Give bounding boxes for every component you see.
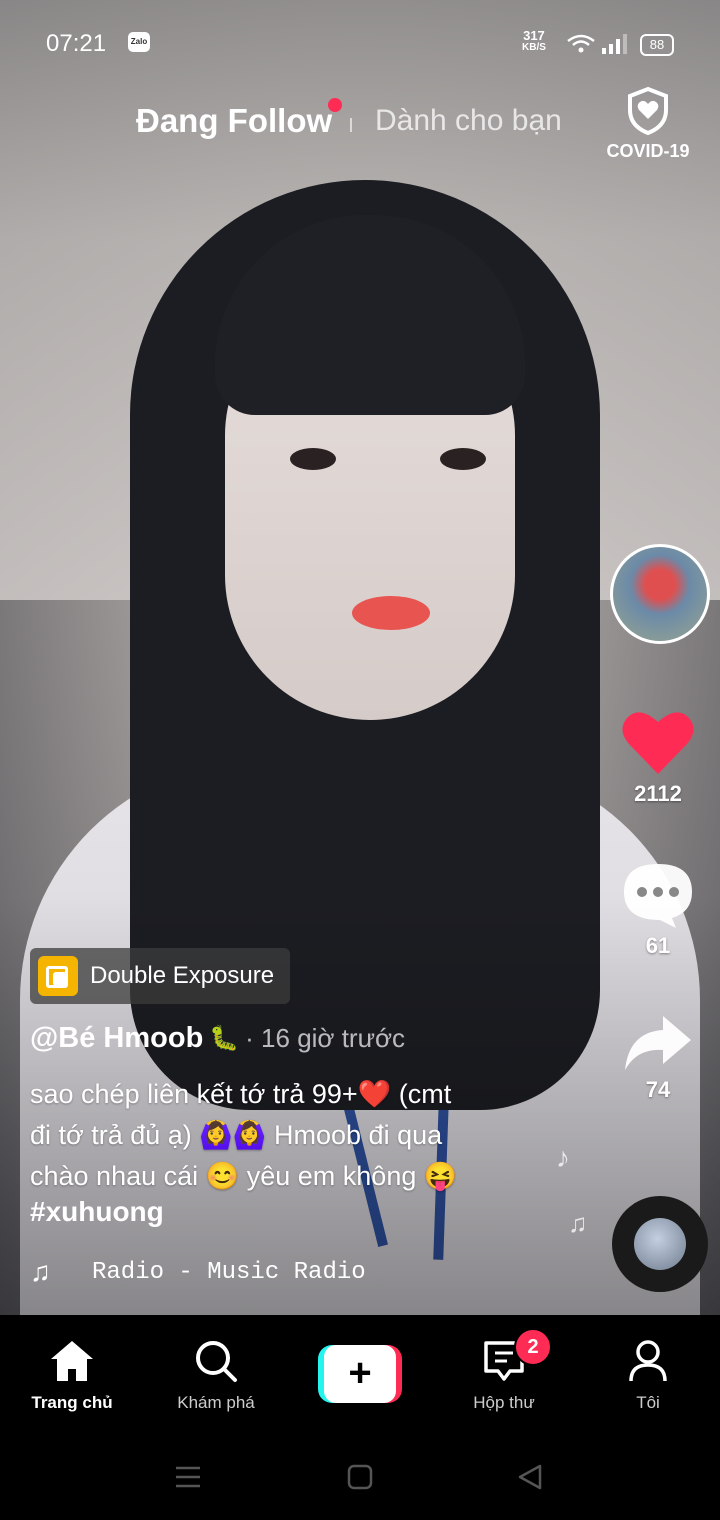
- tab-for-you[interactable]: Dành cho bạn: [375, 104, 562, 138]
- nav-discover-label: Khám phá: [177, 1393, 255, 1412]
- caption-line: đi tớ trả đủ ạ) 🙆‍♀️🙆‍♀️ Hmoob đi qua: [30, 1120, 443, 1150]
- music-row[interactable]: ♫ Radio - Music Radio: [30, 1256, 366, 1288]
- nav-home-label: Trang chủ: [31, 1393, 113, 1412]
- video-subject-lips: [352, 596, 430, 630]
- network-speed-unit: KB/S: [522, 42, 546, 53]
- system-nav-bar: [0, 1435, 720, 1520]
- post-time-ago: · 16 giờ trước: [245, 1023, 406, 1053]
- creator-avatar[interactable]: [610, 544, 710, 644]
- tab-divider: [350, 118, 352, 132]
- music-note-icon: ♫: [30, 1256, 51, 1287]
- effect-tag[interactable]: Double Exposure: [30, 948, 291, 1004]
- status-bar: 07:21 Zalo 317 KB/S 88: [0, 0, 720, 90]
- nav-profile-label: Tôi: [636, 1393, 660, 1412]
- author-row: @Bé Hmoob 🐛 · 16 giờ trước: [30, 1022, 405, 1055]
- video-subject-eye-right: [440, 448, 486, 470]
- nav-discover[interactable]: Khám phá: [146, 1335, 286, 1413]
- post-caption[interactable]: sao chép liên kết tớ trả 99+❤️ (cmt đi t…: [30, 1074, 530, 1197]
- double-exposure-icon: [38, 956, 78, 996]
- hashtag-link[interactable]: #xuhuong: [30, 1196, 164, 1228]
- caption-line: chào nhau cái 😊 yêu em không 😝: [30, 1161, 458, 1191]
- create-button[interactable]: +: [318, 1345, 402, 1403]
- home-icon: [51, 1341, 93, 1381]
- share-button[interactable]: 74: [608, 1014, 708, 1103]
- author-username[interactable]: @Bé Hmoob: [30, 1022, 203, 1055]
- following-new-dot: [328, 98, 342, 112]
- heart-icon: [622, 712, 694, 774]
- menu-icon[interactable]: [174, 1465, 202, 1489]
- like-count: 2112: [634, 781, 682, 806]
- nav-profile[interactable]: Tôi: [578, 1335, 718, 1413]
- battery-indicator: 88: [640, 34, 674, 56]
- music-disc-cover: [634, 1218, 686, 1270]
- music-title: Radio - Music Radio: [92, 1258, 366, 1286]
- music-disc[interactable]: [612, 1196, 708, 1292]
- comment-button[interactable]: 61: [608, 862, 708, 959]
- shield-heart-icon: [628, 86, 668, 136]
- network-speed: 317 KB/S: [522, 28, 546, 54]
- profile-icon: [629, 1340, 667, 1382]
- home-square-icon[interactable]: [346, 1463, 374, 1491]
- video-subject-eye-left: [290, 448, 336, 470]
- inbox-badge: 2: [514, 1328, 552, 1366]
- comment-count: 61: [645, 933, 671, 958]
- tab-following[interactable]: Đang Follow: [136, 102, 332, 140]
- search-icon: [196, 1341, 237, 1382]
- comment-icon: [624, 864, 692, 928]
- signal-icon: [602, 34, 627, 54]
- plus-icon: +: [324, 1345, 396, 1403]
- bottom-nav: Trang chủ Khám phá + Hộp thư Tôi: [0, 1315, 720, 1435]
- status-time: 07:21: [46, 30, 107, 57]
- nav-home[interactable]: Trang chủ: [2, 1335, 142, 1413]
- floating-music-note-icon: ♫: [568, 1208, 588, 1238]
- network-speed-value: 317: [523, 28, 545, 43]
- zalo-notification-icon: Zalo: [128, 32, 150, 52]
- effect-name: Double Exposure: [90, 962, 275, 989]
- back-icon[interactable]: [516, 1463, 544, 1491]
- nav-inbox[interactable]: Hộp thư: [434, 1335, 574, 1413]
- wifi-icon: [567, 34, 595, 53]
- covid-button[interactable]: COVID-19: [602, 86, 694, 162]
- covid-label: COVID-19: [606, 141, 690, 161]
- nav-inbox-label: Hộp thư: [473, 1393, 535, 1412]
- share-count: 74: [645, 1077, 671, 1102]
- like-button[interactable]: 2112: [608, 708, 708, 807]
- share-icon: [625, 1016, 691, 1070]
- author-emoji: 🐛: [209, 1025, 240, 1052]
- caption-line: sao chép liên kết tớ trả 99+❤️ (cmt: [30, 1079, 452, 1109]
- floating-music-note-icon: ♪: [556, 1142, 570, 1173]
